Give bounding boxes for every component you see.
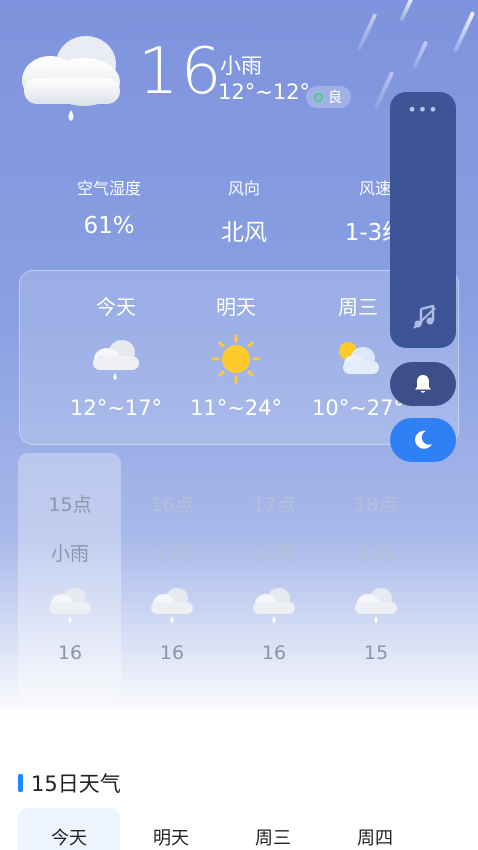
hourly-time: 15点: [48, 494, 92, 516]
stat-value: 61%: [83, 213, 135, 239]
hourly-temp: 15: [363, 642, 389, 664]
hourly-item[interactable]: 17点 小雨 16: [224, 490, 324, 664]
rain-streak: [452, 11, 476, 53]
more-dots-icon[interactable]: •••: [390, 100, 456, 119]
rain-cloud-icon: [253, 588, 295, 623]
rain-cloud-icon: [93, 340, 139, 380]
forecast-range: 12°~17°: [69, 396, 163, 420]
aqi-dot-icon: [314, 92, 323, 102]
day-tab-today[interactable]: 今天: [18, 808, 120, 850]
section-title-text: 15日天气: [31, 772, 121, 796]
current-temperature: 16: [138, 35, 224, 109]
stat-label: 风向: [227, 179, 260, 198]
hourly-temp: 16: [159, 642, 185, 664]
forecast-range: 11°~24°: [189, 396, 283, 420]
hourly-item[interactable]: 18点 小雨 15: [326, 490, 426, 664]
hourly-item[interactable]: 15点 小雨 16: [20, 490, 120, 664]
rain-streak: [356, 13, 378, 51]
forecast-day[interactable]: 明天 11°~24°: [181, 271, 291, 420]
bell-icon: [415, 375, 431, 393]
rain-cloud-icon: [151, 588, 193, 623]
floating-side-panel[interactable]: •••: [390, 92, 456, 348]
hourly-time: 17点: [252, 494, 296, 516]
stat-label: 空气湿度: [76, 179, 141, 198]
forecast-day-label: 今天: [96, 295, 136, 319]
hourly-temp: 16: [261, 642, 287, 664]
day-tab-tomorrow[interactable]: 明天: [120, 808, 222, 850]
hourly-item[interactable]: 16点 小雨 16: [122, 490, 222, 664]
moon-icon: [415, 430, 432, 449]
section-accent-bar: [18, 774, 23, 792]
forecast-day[interactable]: 今天 12°~17°: [61, 271, 171, 420]
rain-cloud-icon: [49, 588, 91, 623]
rain-streak: [411, 40, 429, 70]
section-15-day-weather: 15日天气: [18, 768, 121, 798]
bell-button[interactable]: [390, 362, 456, 406]
day-tab-thursday[interactable]: 周四: [324, 808, 426, 850]
hourly-temp: 16: [57, 642, 83, 664]
current-range: 12°~12°: [218, 80, 311, 104]
aqi-label: 良: [328, 90, 342, 106]
stat-value: 北风: [221, 220, 267, 246]
current-condition: 小雨: [220, 54, 262, 78]
night-mode-button[interactable]: [390, 418, 456, 462]
hourly-condition: 小雨: [152, 543, 191, 565]
hourly-time: 18点: [354, 494, 398, 516]
rain-streak: [399, 0, 415, 22]
partly-cloudy-icon: [339, 342, 379, 374]
sun-icon: [211, 334, 261, 384]
rain-cloud-icon: [22, 36, 120, 121]
day-tab-wednesday[interactable]: 周三: [222, 808, 324, 850]
forecast-day-label: 明天: [216, 295, 256, 319]
music-off-icon[interactable]: [411, 304, 437, 330]
hourly-time: 16点: [150, 494, 194, 516]
hourly-condition: 小雨: [50, 543, 89, 565]
aqi-badge[interactable]: 良: [306, 86, 351, 108]
hourly-condition: 小雨: [356, 543, 395, 565]
humidity-stat: 空气湿度 61%: [54, 175, 164, 239]
rain-cloud-icon: [355, 588, 397, 623]
hourly-condition: 小雨: [254, 543, 293, 565]
wind-direction-stat: 风向 北风: [189, 175, 299, 247]
